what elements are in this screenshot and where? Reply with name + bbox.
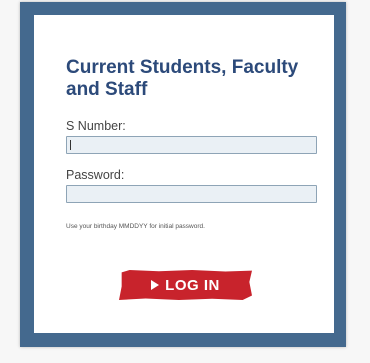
- password-label: Password:: [66, 168, 125, 182]
- text-caret: [70, 140, 71, 150]
- login-widget-frame: Current Students, Faculty and Staff S Nu…: [20, 2, 346, 347]
- snumber-label: S Number:: [66, 119, 126, 133]
- login-button-label: LOG IN: [165, 276, 220, 294]
- snumber-input[interactable]: [66, 136, 317, 154]
- password-input[interactable]: [66, 185, 317, 203]
- panel-title: Current Students, Faculty and Staff: [66, 57, 299, 100]
- login-button[interactable]: LOG IN: [119, 270, 252, 300]
- login-panel: Current Students, Faculty and Staff S Nu…: [34, 15, 334, 333]
- password-hint: Use your birthday MMDDYY for initial pas…: [66, 223, 205, 230]
- play-arrow-icon: [151, 280, 160, 290]
